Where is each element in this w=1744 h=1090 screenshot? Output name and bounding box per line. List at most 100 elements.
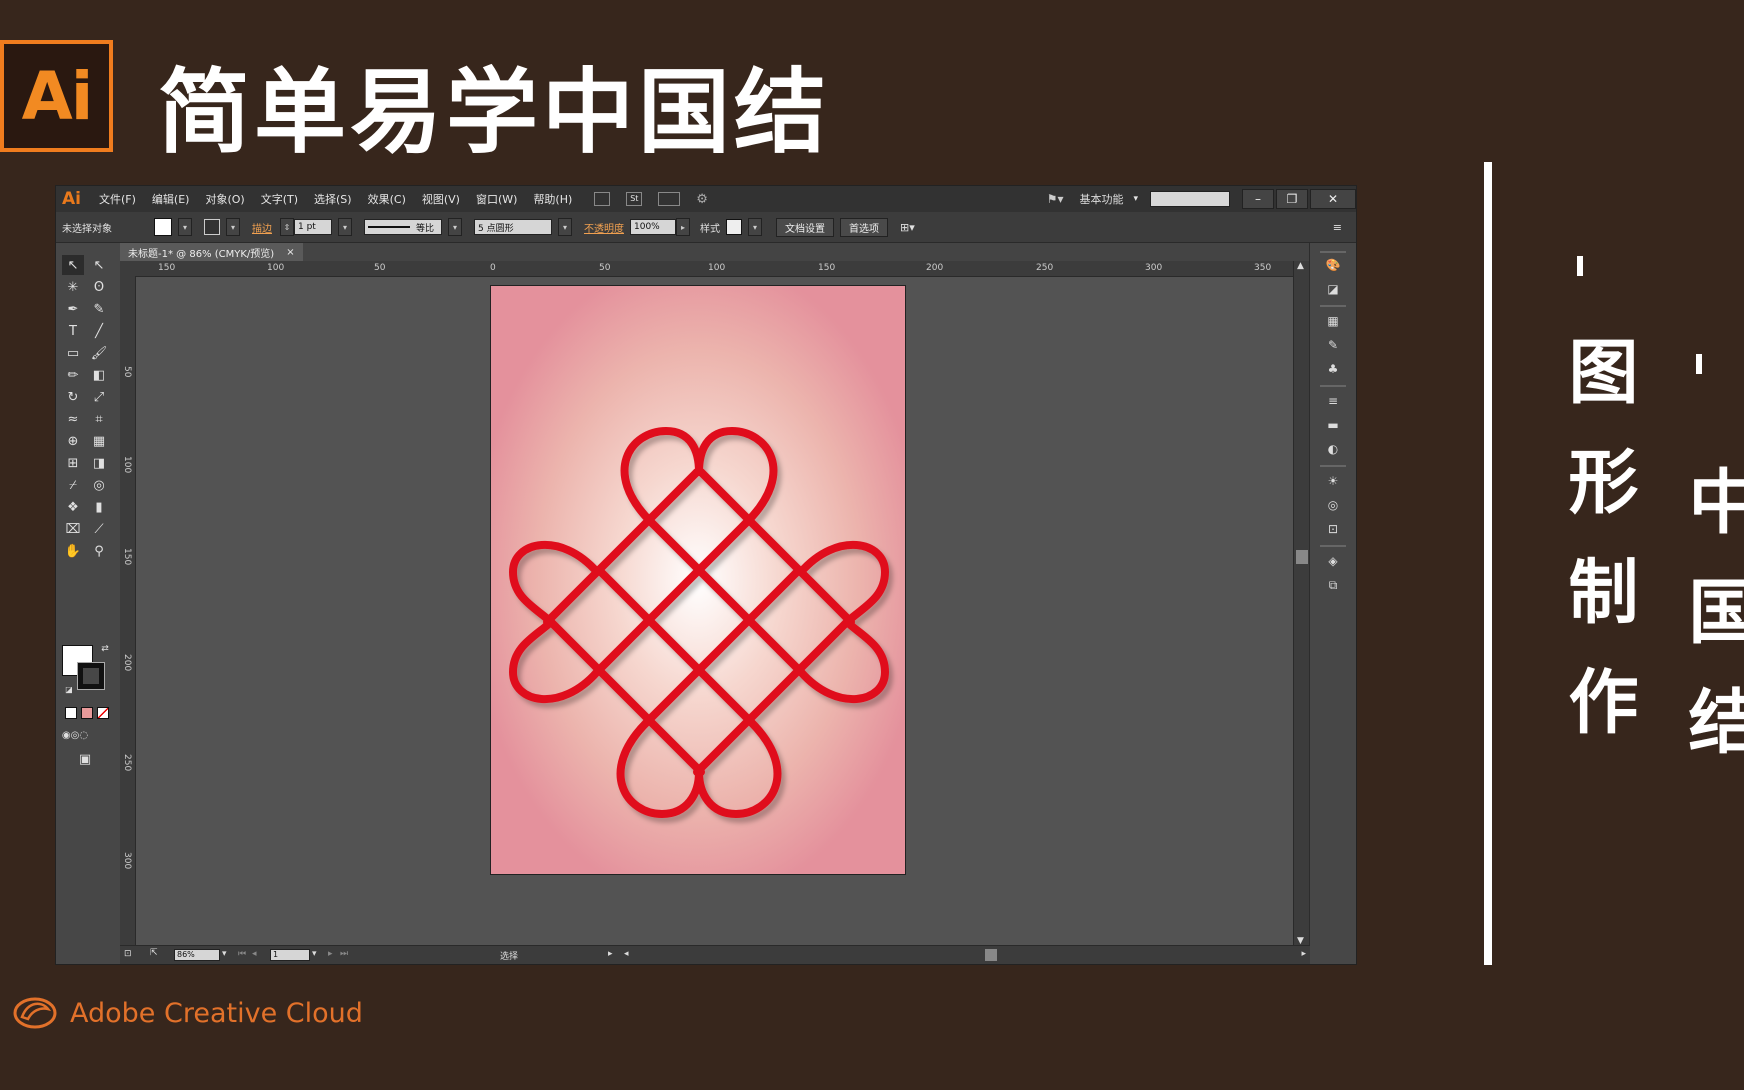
graphic-styles-icon[interactable]: ◎	[1324, 497, 1342, 513]
shape-builder-tool-icon[interactable]: ⊕	[62, 431, 84, 451]
vertical-scrollbar[interactable]: ▲ ▼	[1293, 261, 1310, 946]
document-tab[interactable]: 未标题-1* @ 86% (CMYK/预览) ×	[120, 243, 303, 261]
free-transform-tool-icon[interactable]: ⌗	[88, 409, 110, 429]
status-menu-icon[interactable]: ▸	[608, 949, 613, 959]
lasso-tool-icon[interactable]: ʘ	[88, 277, 110, 297]
artboards-icon[interactable]: ⧉	[1324, 577, 1342, 593]
menu-select[interactable]: 选择(S)	[306, 191, 360, 207]
brushes-icon[interactable]: ✎	[1324, 337, 1342, 353]
pencil-tool-icon[interactable]: ✏	[62, 365, 84, 385]
scroll-up-icon[interactable]: ▲	[1297, 261, 1304, 271]
gpu-performance-icon[interactable]: ⚙	[696, 192, 708, 207]
swatches-icon[interactable]: ▦	[1324, 313, 1342, 329]
menu-view[interactable]: 视图(V)	[414, 191, 468, 207]
next-artboard-icon[interactable]: ▸	[328, 949, 333, 959]
menu-effect[interactable]: 效果(C)	[360, 191, 414, 207]
default-colors-icon[interactable]: ◪	[58, 679, 80, 699]
chevron-down-icon[interactable]: ▾	[1133, 194, 1138, 204]
close-icon[interactable]: ×	[286, 247, 294, 258]
chevron-right-icon[interactable]: ▸	[676, 218, 690, 236]
stroke-panel-icon[interactable]: ≡	[1324, 393, 1342, 409]
menu-file[interactable]: 文件(F)	[91, 191, 144, 207]
eraser-tool-icon[interactable]: ◧	[88, 365, 110, 385]
swap-fill-stroke-icon[interactable]: ⇄	[94, 639, 116, 659]
hand-tool-icon[interactable]: ✋	[62, 541, 84, 561]
rectangle-tool-icon[interactable]: ▭	[62, 343, 84, 363]
share-icon[interactable]: ⇱	[150, 948, 158, 958]
chevron-down-icon[interactable]: ▾	[312, 949, 317, 959]
transform-icon[interactable]: ⊡	[1324, 521, 1342, 537]
workspace-switcher[interactable]: 基本功能	[1069, 191, 1133, 207]
color-guide-icon[interactable]: ◪	[1324, 281, 1342, 297]
prev-artboard-icon[interactable]: ◂	[252, 949, 257, 959]
appearance-icon[interactable]: ☀	[1324, 473, 1342, 489]
graphic-style-swatch[interactable]	[726, 219, 742, 235]
brush-definition[interactable]: 5 点圆形	[474, 219, 552, 235]
menu-type[interactable]: 文字(T)	[253, 191, 306, 207]
minimize-button[interactable]: –	[1242, 189, 1274, 209]
menu-edit[interactable]: 编辑(E)	[144, 191, 198, 207]
opacity-field[interactable]: 100%	[630, 219, 676, 235]
line-tool-icon[interactable]: ╱	[88, 321, 110, 341]
slice-tool-icon[interactable]: ⟋	[88, 519, 110, 539]
restore-button[interactable]: ❐	[1276, 189, 1308, 209]
scroll-left-icon[interactable]: ◂	[624, 949, 629, 959]
preferences-button[interactable]: 首选项	[840, 217, 888, 237]
horizontal-scroll-thumb[interactable]	[985, 949, 997, 961]
artboard-number-field[interactable]: 1	[270, 949, 310, 961]
direct-selection-tool-icon[interactable]: ↖	[88, 255, 110, 275]
warp-tool-icon[interactable]: ≈	[62, 409, 84, 429]
rotate-tool-icon[interactable]: ↻	[62, 387, 84, 407]
zoom-tool-icon[interactable]: ⚲	[88, 541, 110, 561]
align-menu-icon[interactable]: ⊞▾	[900, 221, 915, 234]
curvature-tool-icon[interactable]: ✎	[88, 299, 110, 319]
close-window-button[interactable]: ✕	[1310, 189, 1356, 209]
artboard[interactable]	[490, 285, 906, 875]
stroke-stepper[interactable]: ⇕	[280, 218, 294, 236]
menu-object[interactable]: 对象(O)	[197, 191, 252, 207]
drawing-mode-icon[interactable]: ◉◎◌	[62, 725, 88, 745]
bridge-icon[interactable]	[594, 192, 611, 206]
mesh-tool-icon[interactable]: ⊞	[62, 453, 84, 473]
selection-tool-icon[interactable]: ↖	[62, 255, 84, 275]
artboard-tool-icon[interactable]: ⌧	[62, 519, 84, 539]
eyedropper-tool-icon[interactable]: ⌿	[62, 475, 84, 495]
canvas-area[interactable]	[136, 277, 1294, 946]
layers-icon[interactable]: ◈	[1324, 553, 1342, 569]
chevron-down-icon[interactable]: ▾	[338, 218, 352, 236]
scroll-thumb[interactable]	[1296, 550, 1308, 564]
document-setup-button[interactable]: 文档设置	[776, 217, 834, 237]
chinese-knot-artwork[interactable]	[491, 286, 907, 876]
color-panel-icon[interactable]: 🎨	[1324, 257, 1342, 273]
menu-help[interactable]: 帮助(H)	[525, 191, 580, 207]
none-mode-icon[interactable]	[92, 703, 114, 723]
panel-menu-icon[interactable]: ≡	[1333, 221, 1342, 234]
stroke-label-link[interactable]: 描边	[252, 220, 272, 235]
fill-color-swatch[interactable]	[154, 218, 172, 236]
gradient-tool-icon[interactable]: ◨	[88, 453, 110, 473]
scroll-right-icon[interactable]: ▸	[1301, 949, 1306, 959]
perspective-grid-tool-icon[interactable]: ▦	[88, 431, 110, 451]
help-search-input[interactable]	[1150, 191, 1230, 207]
symbol-sprayer-tool-icon[interactable]: ❖	[62, 497, 84, 517]
chevron-down-icon[interactable]: ▾	[558, 218, 572, 236]
stroke-swatch[interactable]	[77, 662, 105, 690]
variable-width-profile[interactable]: 等比	[364, 219, 442, 235]
menu-window[interactable]: 窗口(W)	[468, 191, 525, 207]
first-artboard-icon[interactable]: ⏮	[238, 949, 246, 959]
opacity-label-link[interactable]: 不透明度	[584, 220, 624, 235]
chevron-down-icon[interactable]: ▾	[226, 218, 240, 236]
pen-tool-icon[interactable]: ✒	[62, 299, 84, 319]
zoom-field[interactable]: 86%	[174, 949, 220, 961]
screen-mode-icon[interactable]: ▣	[74, 749, 96, 769]
scale-tool-icon[interactable]: ⤢	[88, 387, 110, 407]
last-artboard-icon[interactable]: ⏭	[340, 949, 348, 959]
gradient-panel-icon[interactable]: ▬	[1324, 417, 1342, 433]
sync-settings-icon[interactable]: ⚑▾	[1041, 192, 1070, 206]
magic-wand-tool-icon[interactable]: ✳	[62, 277, 84, 297]
chevron-down-icon[interactable]: ▾	[448, 218, 462, 236]
column-graph-tool-icon[interactable]: ▮	[88, 497, 110, 517]
chevron-down-icon[interactable]: ▾	[748, 218, 762, 236]
chevron-down-icon[interactable]: ▾	[178, 218, 192, 236]
arrange-documents-icon[interactable]	[658, 192, 681, 206]
